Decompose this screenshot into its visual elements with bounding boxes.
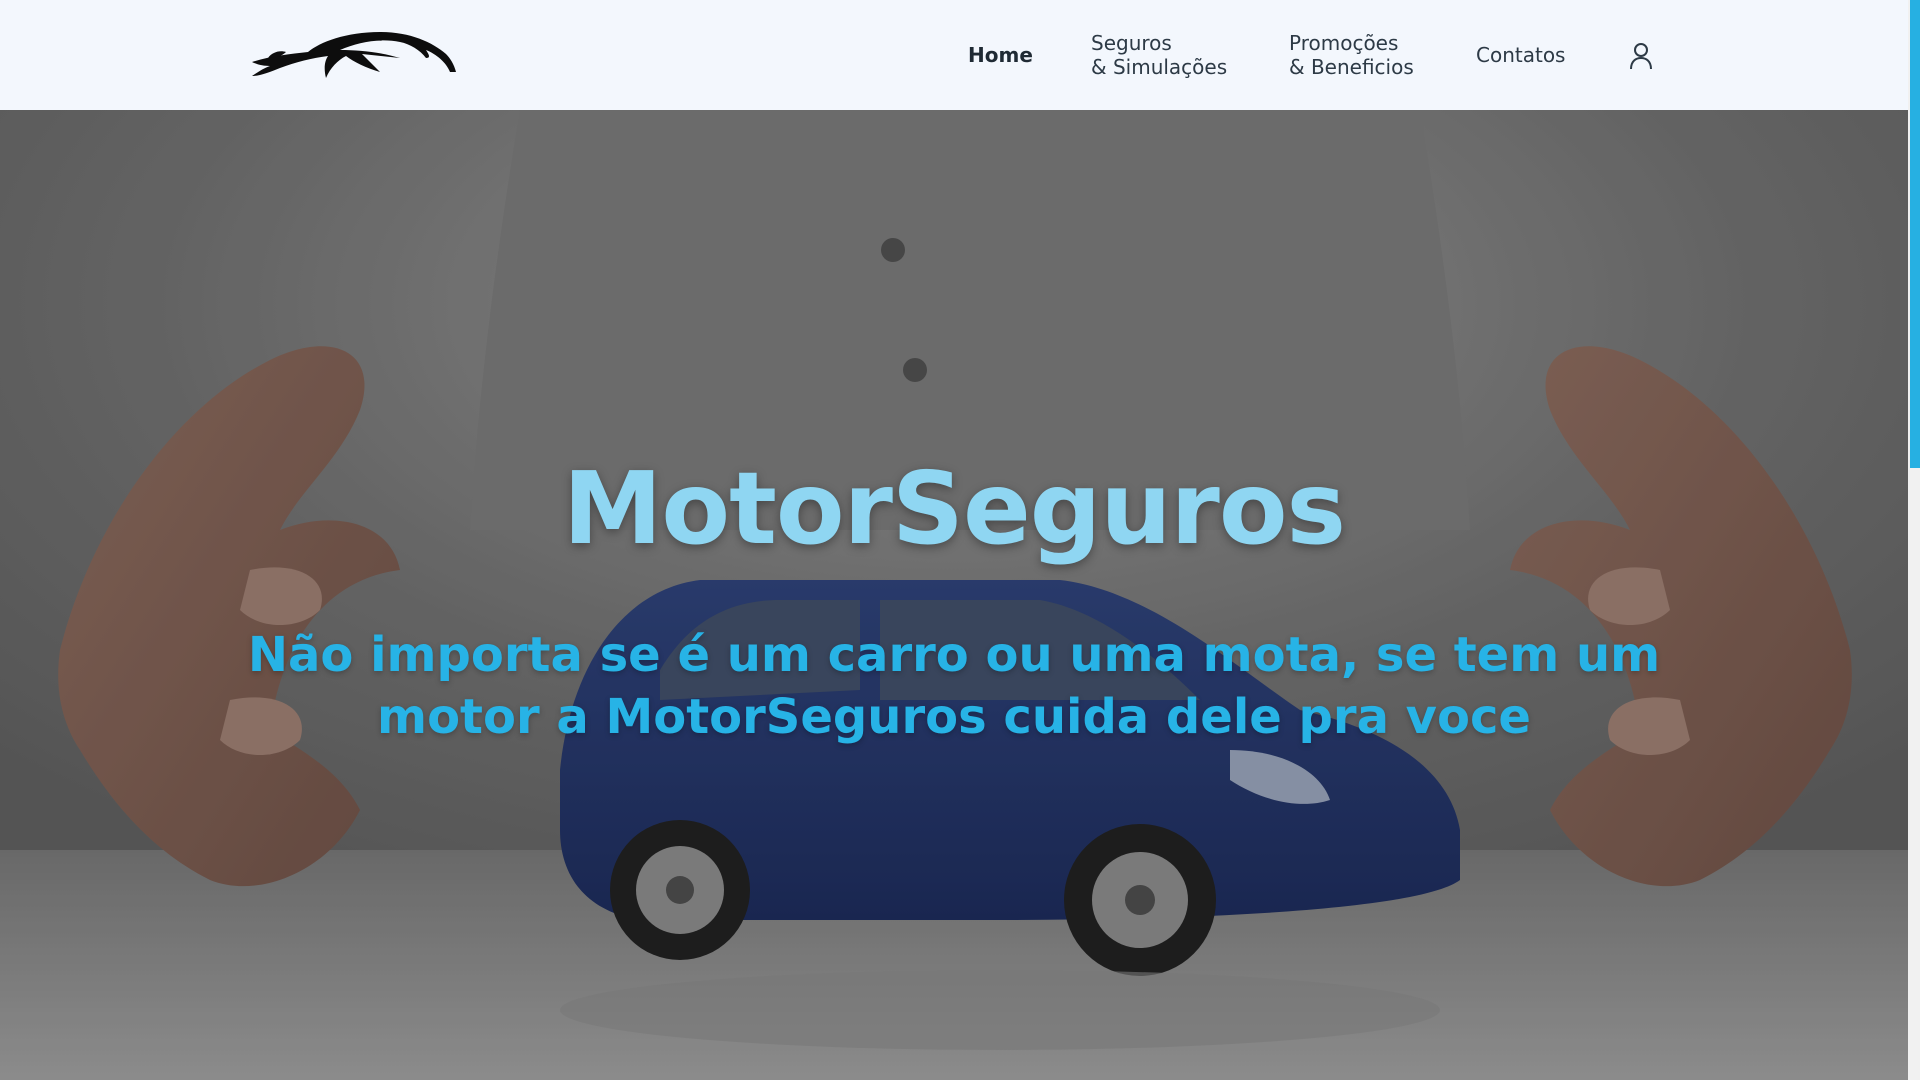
nav-contatos-label: Contatos (1476, 43, 1566, 67)
nav-seguros-label-line2: & Simulações (1091, 55, 1228, 79)
hero-section: MotorSeguros Não importa se é um carro o… (0, 110, 1908, 1080)
nav-home-label: Home (968, 43, 1033, 67)
nav-promocoes-link[interactable]: Promoções & Beneficios (1289, 31, 1414, 79)
nav-promocoes-label-line1: Promoções (1289, 31, 1399, 55)
site-header: Home Seguros & Simulações Promoções & Be… (0, 0, 1908, 110)
hero-overlay (0, 110, 1908, 1080)
user-account-button[interactable] (1628, 42, 1654, 70)
user-icon (1630, 43, 1652, 70)
nav-seguros-link[interactable]: Seguros & Simulações (1091, 31, 1227, 79)
nav-home-link[interactable]: Home (968, 43, 1033, 67)
eagle-car-logo-icon (252, 32, 456, 78)
scrollbar-thumb[interactable] (1910, 0, 1920, 468)
hero-title: MotorSeguros (562, 450, 1346, 567)
page: Home Seguros & Simulações Promoções & Be… (0, 0, 1920, 1080)
site-logo[interactable] (250, 28, 460, 82)
nav-promocoes-label-line2: & Beneficios (1289, 55, 1414, 79)
nav-contatos-link[interactable]: Contatos (1476, 43, 1565, 67)
page-scrollbar[interactable] (1908, 0, 1920, 1080)
nav-seguros-label-line1: Seguros (1091, 31, 1172, 55)
hero-subtitle: Não importa se é um carro ou uma mota, s… (247, 627, 1661, 745)
